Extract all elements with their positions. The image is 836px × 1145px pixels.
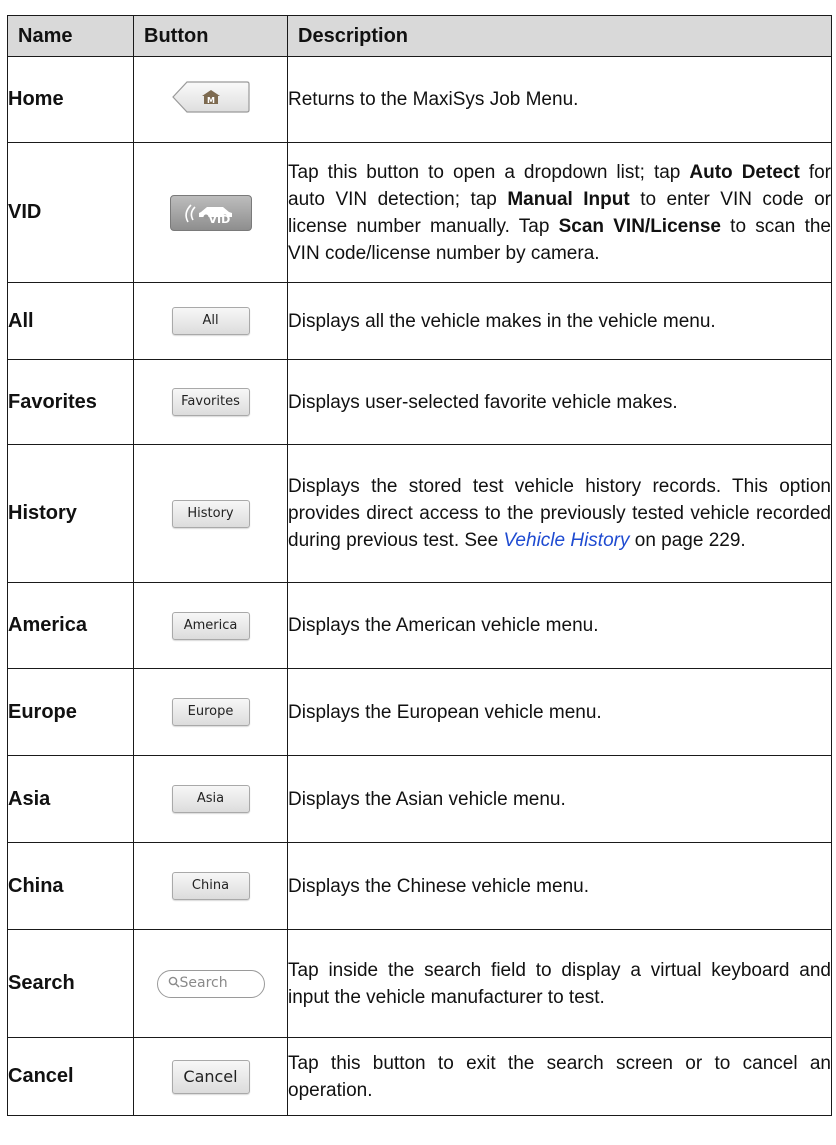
row-name: China: [7, 842, 134, 930]
table-row: Search Search Tap inside the search fiel…: [7, 929, 832, 1038]
cancel-button[interactable]: Cancel: [171, 1059, 250, 1094]
row-description: Tap this button to open a dropdown list;…: [287, 142, 832, 283]
home-m-icon: M: [171, 81, 250, 113]
button-cell: Search: [133, 929, 288, 1038]
row-description: Displays the Chinese vehicle menu.: [287, 842, 832, 930]
row-description: Displays user-selected favorite vehicle …: [287, 359, 832, 445]
vid-label: VID: [208, 212, 231, 226]
home-button[interactable]: M: [171, 80, 251, 119]
table-row: China China Displays the Chinese vehicle…: [7, 842, 832, 930]
svg-text:M: M: [207, 96, 215, 105]
button-cell: VID: [133, 142, 288, 283]
table-row: Europe Europe Displays the European vehi…: [7, 668, 832, 756]
table-row: Asia Asia Displays the Asian vehicle men…: [7, 755, 832, 843]
vid-button[interactable]: VID: [169, 194, 252, 231]
button-cell: History: [133, 444, 288, 583]
button-cell: Cancel: [133, 1037, 288, 1116]
button-cell: Europe: [133, 668, 288, 756]
row-name: VID: [7, 142, 134, 283]
table-row: History History Displays the stored test…: [7, 444, 832, 583]
search-placeholder: Search: [179, 974, 228, 991]
row-description: Tap inside the search field to display a…: [287, 929, 832, 1038]
button-cell: M: [133, 56, 288, 143]
row-description: Returns to the MaxiSys Job Menu.: [287, 56, 832, 143]
button-cell: Favorites: [133, 359, 288, 445]
header-button: Button: [133, 15, 288, 57]
vehicle-history-link[interactable]: Vehicle History: [503, 530, 629, 551]
row-name: Search: [7, 929, 134, 1038]
table-header-row: Name Button Description: [7, 15, 832, 57]
search-field[interactable]: Search: [156, 969, 265, 998]
row-description: Displays the European vehicle menu.: [287, 668, 832, 756]
row-name: Home: [7, 56, 134, 143]
button-cell: America: [133, 582, 288, 669]
china-button[interactable]: China: [171, 872, 250, 900]
row-name: Favorites: [7, 359, 134, 445]
header-name: Name: [7, 15, 134, 57]
america-button[interactable]: America: [171, 611, 250, 640]
table-row: America America Displays the American ve…: [7, 582, 832, 669]
button-cell: Asia: [133, 755, 288, 843]
history-button[interactable]: History: [171, 499, 250, 528]
header-description: Description: [287, 15, 832, 57]
row-name: History: [7, 444, 134, 583]
all-button[interactable]: All: [171, 307, 250, 335]
row-name: Europe: [7, 668, 134, 756]
row-name: All: [7, 282, 134, 360]
document-page: Name Button Description Home M Returns t…: [0, 0, 836, 1145]
row-description: Displays the Asian vehicle menu.: [287, 755, 832, 843]
row-name: Cancel: [7, 1037, 134, 1116]
button-reference-table: Name Button Description Home M Returns t…: [7, 15, 832, 1116]
table-row: Favorites Favorites Displays user-select…: [7, 359, 832, 445]
row-description: Displays the American vehicle menu.: [287, 582, 832, 669]
button-cell: All: [133, 282, 288, 360]
row-description: Displays all the vehicle makes in the ve…: [287, 282, 832, 360]
asia-button[interactable]: Asia: [171, 785, 250, 813]
button-cell: China: [133, 842, 288, 930]
search-icon: [168, 976, 179, 987]
table-row: Cancel Cancel Tap this button to exit th…: [7, 1037, 832, 1116]
table-row: All All Displays all the vehicle makes i…: [7, 282, 832, 360]
table-row: Home M Returns to the MaxiSys Job Menu.: [7, 56, 832, 143]
row-description: Displays the stored test vehicle history…: [287, 444, 832, 583]
europe-button[interactable]: Europe: [171, 698, 250, 726]
row-name: America: [7, 582, 134, 669]
row-name: Asia: [7, 755, 134, 843]
row-description: Tap this button to exit the search scree…: [287, 1037, 832, 1116]
table-row: VID VID Tap this button to open a dropdo…: [7, 142, 832, 283]
favorites-button[interactable]: Favorites: [171, 388, 250, 416]
